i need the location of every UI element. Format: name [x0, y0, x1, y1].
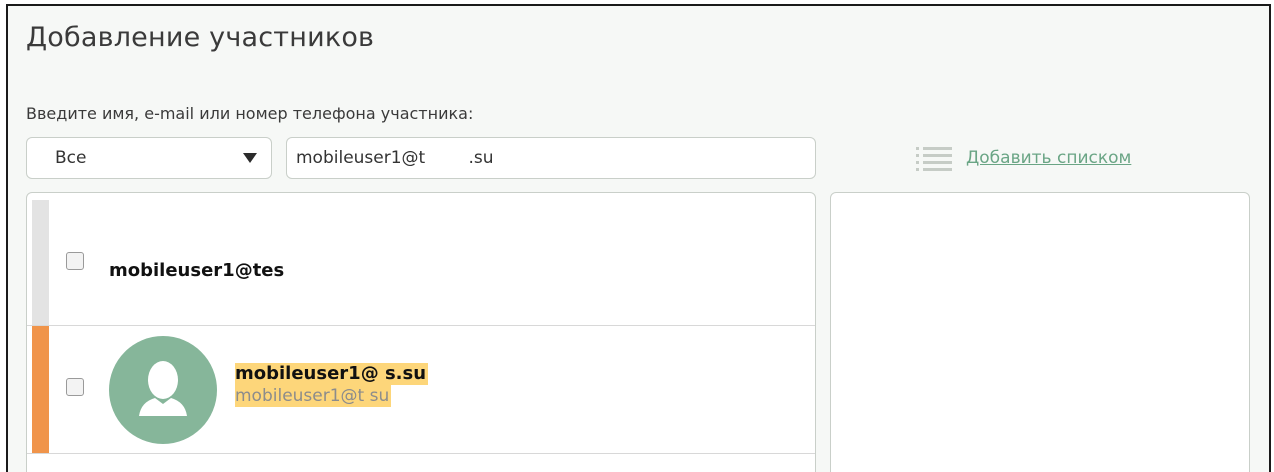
participant-name: mobileuser1@ s.su — [235, 363, 429, 385]
row-checkbox[interactable] — [66, 252, 84, 270]
dialog-title: Добавление участников — [26, 22, 375, 53]
selected-participants-panel — [830, 192, 1250, 472]
add-participants-dialog: Добавление участников Введите имя, e-mai… — [6, 4, 1271, 472]
add-list-control[interactable]: Добавить списком — [916, 145, 1131, 171]
results-list: mobileuser1@tes mobileuser1@ s.su mobile… — [26, 192, 816, 472]
chevron-down-icon[interactable] — [243, 153, 257, 163]
participant-email: mobileuser1@tes — [109, 260, 285, 281]
search-hint: Введите имя, e-mail или номер телефона у… — [26, 104, 474, 123]
user-silhouette-icon — [139, 361, 187, 416]
row-checkbox[interactable] — [66, 378, 84, 396]
list-item[interactable]: mobileuser1@tes — [27, 200, 815, 326]
search-input[interactable] — [286, 137, 816, 179]
filter-select[interactable]: Все — [26, 137, 272, 179]
list-item[interactable]: mobileuser1@ s.su mobileuser1@t su — [27, 326, 815, 454]
row-status-stripe — [32, 326, 49, 453]
add-list-link[interactable]: Добавить списком — [966, 148, 1131, 168]
list-icon — [916, 147, 952, 171]
participant-email: mobileuser1@t su — [235, 385, 392, 407]
filter-select-value: Все — [55, 148, 87, 168]
participant-info: mobileuser1@ s.su mobileuser1@t su — [235, 363, 429, 407]
row-status-stripe — [32, 200, 49, 325]
avatar — [109, 336, 217, 444]
